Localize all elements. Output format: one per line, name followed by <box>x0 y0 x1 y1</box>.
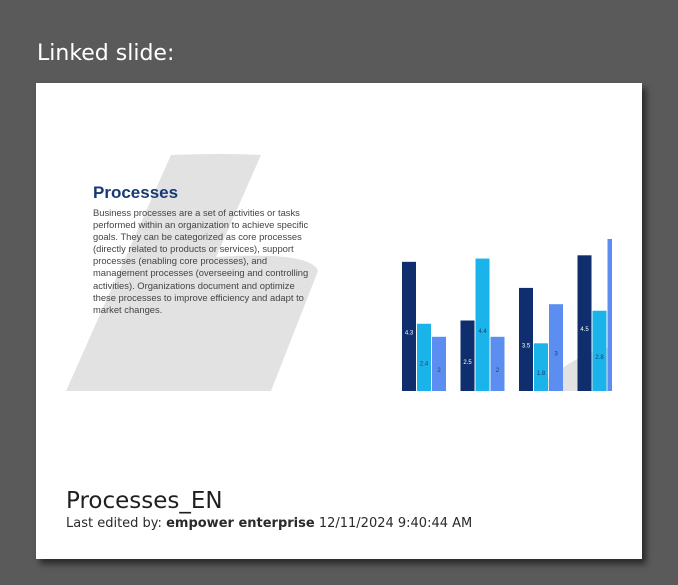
bar-series-1-1 <box>402 261 416 391</box>
data-label: 3.5 <box>522 343 531 349</box>
bar-series-1-4 <box>577 255 592 391</box>
bar-series-3-3 <box>549 304 563 391</box>
bar-series-3-1 <box>432 336 446 391</box>
edited-timestamp: 12/11/2024 9:40:44 AM <box>318 516 473 531</box>
bar-series-1-2 <box>460 320 475 391</box>
linked-slide-header: Linked slide: <box>37 41 175 66</box>
data-label: 4.5 <box>580 327 589 333</box>
bar-series-1-3 <box>519 287 533 391</box>
bar-series-2-4 <box>592 310 607 391</box>
author-name: empower enterprise <box>166 516 315 531</box>
slide-preview[interactable]: Processes Business processes are a set o… <box>66 139 612 391</box>
bar-chart: 4.32.42Category 12.54.42Category 23.51.8… <box>402 239 612 391</box>
bar-series-2-3 <box>534 343 548 391</box>
data-label: 4.4 <box>478 329 487 335</box>
data-label: 4.3 <box>405 330 414 336</box>
bar-series-3-4 <box>607 239 612 391</box>
bar-series-2-1 <box>417 323 431 391</box>
linked-slide-card[interactable]: Processes Business processes are a set o… <box>36 83 642 559</box>
last-edited-info: Last edited by: empower enterprise 12/11… <box>66 516 472 532</box>
data-label: 2.8 <box>595 355 604 361</box>
data-label: 2.4 <box>420 361 429 367</box>
slide-name: Processes_EN <box>66 488 223 514</box>
data-label: 2.5 <box>463 360 472 366</box>
data-label: 1.8 <box>537 371 546 377</box>
last-edited-label: Last edited by: <box>66 516 162 531</box>
bar-series-2-2 <box>475 258 490 391</box>
bar-series-3-2 <box>490 336 505 391</box>
